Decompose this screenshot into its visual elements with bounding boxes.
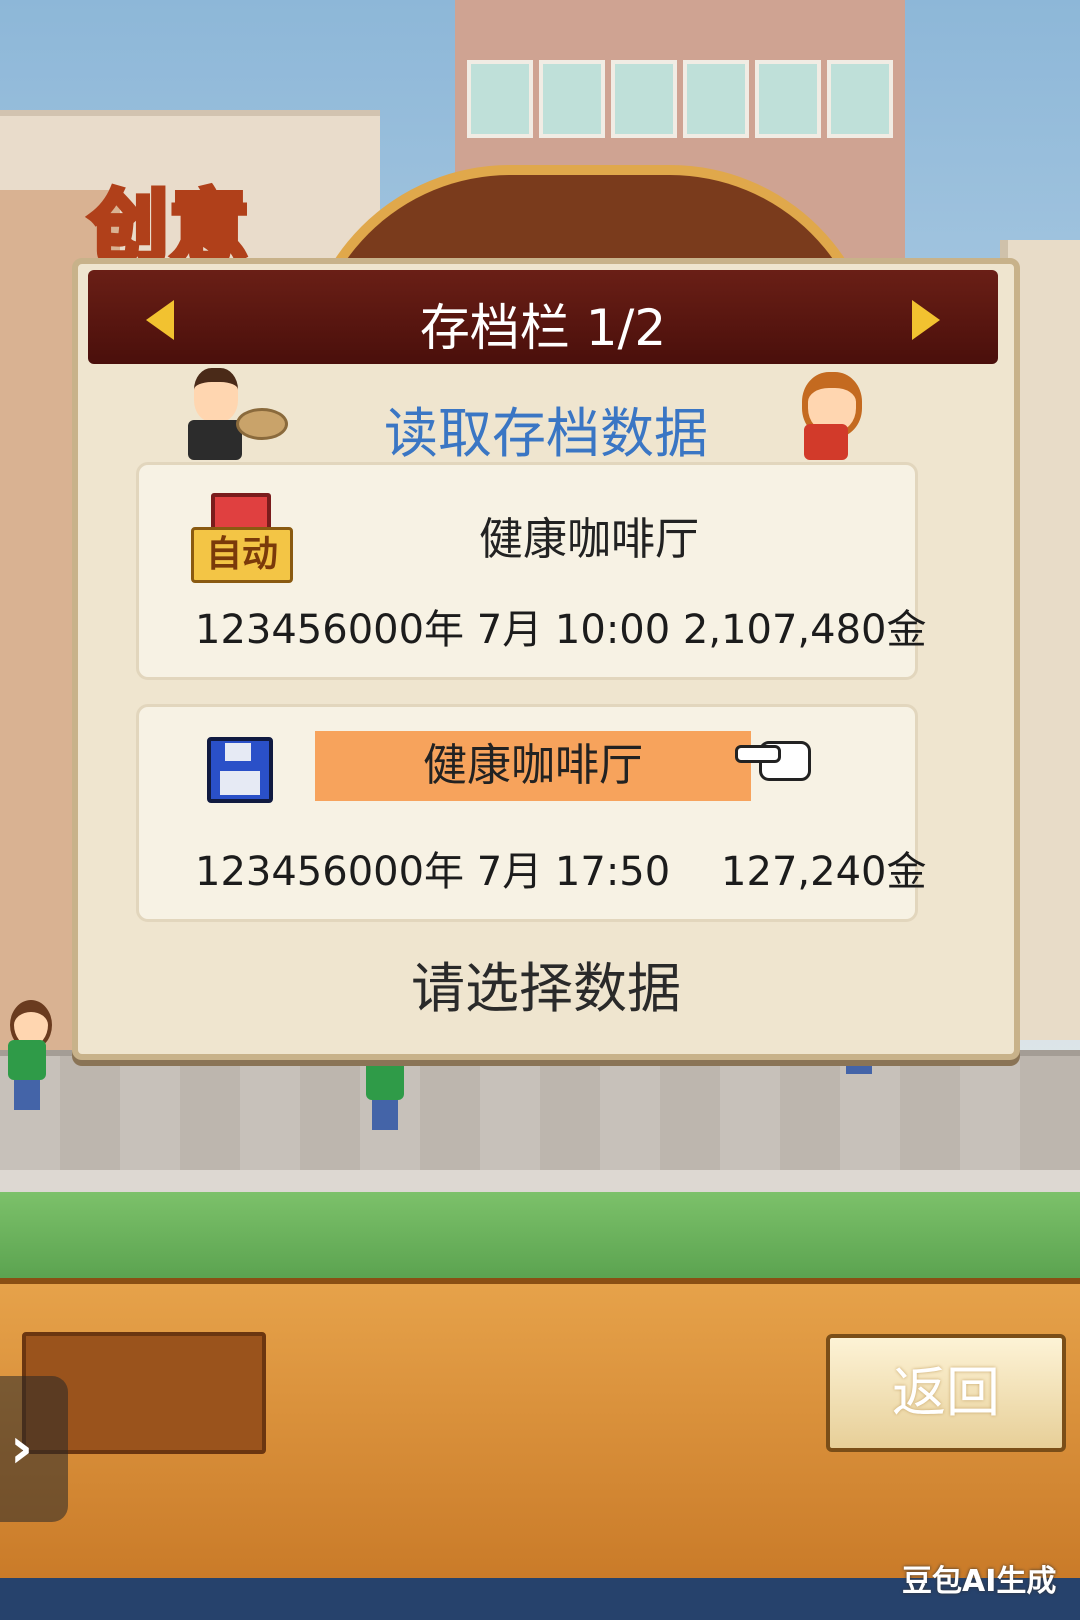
dialog-title: 存档栏 1/2 xyxy=(419,299,667,357)
save-slot-auto[interactable]: 自动 健康咖啡厅 123456000年 7月 10:00 2,107,480金 xyxy=(136,462,926,680)
building-window xyxy=(467,60,533,138)
floppy-disk-icon xyxy=(207,737,273,803)
slot-name-selected: 健康咖啡厅 xyxy=(315,731,751,801)
building-window xyxy=(827,60,893,138)
girl-character-icon xyxy=(784,368,874,460)
curb xyxy=(0,1170,1080,1192)
slot-info: 123456000年 7月 10:00 2,107,480金 xyxy=(195,607,927,653)
pointing-hand-icon xyxy=(735,737,811,781)
chevron-right-icon: › xyxy=(10,1416,34,1481)
side-menu-tab[interactable]: › xyxy=(0,1376,68,1522)
auto-save-icon: 自动 xyxy=(191,493,293,583)
auto-badge: 自动 xyxy=(191,527,293,583)
back-button[interactable]: 返回 xyxy=(826,1334,1066,1452)
save-slot-1[interactable]: 健康咖啡厅 123456000年 7月 17:50 127,240金 xyxy=(136,704,926,922)
select-data-prompt: 请选择数据 xyxy=(411,957,681,1020)
next-page-arrow-icon[interactable] xyxy=(912,300,940,340)
watermark: 豆包AI生成 xyxy=(902,1564,1057,1599)
building-window xyxy=(611,60,677,138)
slot-name: 健康咖啡厅 xyxy=(479,514,699,565)
building-window xyxy=(755,60,821,138)
save-slot-dialog: 存档栏 1/2 读取存档数据 自动 健康咖啡厅 123456000年 7月 10… xyxy=(72,258,1020,1060)
building-window xyxy=(539,60,605,138)
dialog-header: 存档栏 1/2 xyxy=(88,270,998,364)
slot-info: 123456000年 7月 17:50 127,240金 xyxy=(195,849,927,895)
building-window xyxy=(683,60,749,138)
pedestrian-sprite xyxy=(4,1000,52,1110)
grass xyxy=(0,1192,1080,1282)
